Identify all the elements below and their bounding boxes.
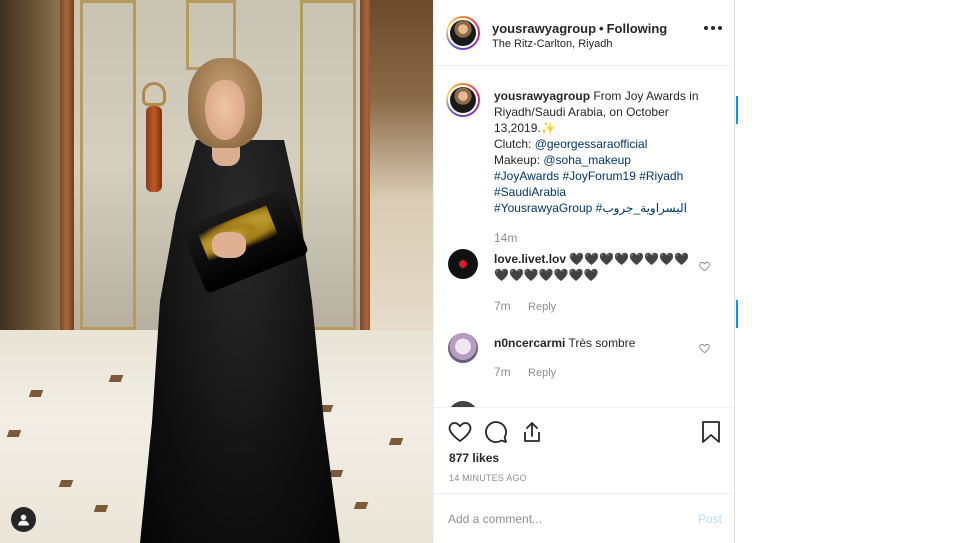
bookmark-icon[interactable] — [700, 420, 722, 444]
comment-icon[interactable] — [484, 420, 508, 444]
photo-vase — [140, 82, 168, 192]
caption-time: 14m — [494, 231, 518, 245]
header-username[interactable]: yousrawyagroup — [492, 21, 596, 36]
photo-hand — [212, 232, 246, 258]
more-options-icon[interactable] — [704, 26, 722, 30]
comment-body: Très sombre — [568, 336, 636, 350]
caption-username[interactable]: yousrawyagroup — [494, 89, 590, 103]
following-button[interactable]: Following — [607, 21, 668, 36]
avatar[interactable] — [446, 83, 480, 117]
heart-icon[interactable] — [448, 420, 472, 444]
hashtag[interactable]: #YousrawyaGroup — [494, 201, 592, 215]
makeup-label: Makeup: — [494, 153, 541, 167]
mention-makeup[interactable]: @soha_makeup — [543, 153, 631, 167]
comment-meta: 7m Reply — [494, 299, 556, 313]
post-side-panel: yousrawyagroup • Following The Ritz-Carlto… — [433, 0, 736, 543]
comment-text: n0ncercarmi Très sombre — [494, 335, 694, 351]
avatar[interactable] — [448, 333, 478, 363]
user-tag-icon — [18, 514, 29, 526]
hashtag[interactable]: #JoyAwards — [494, 169, 559, 183]
mention-clutch[interactable]: @georgessaraofficial — [535, 137, 648, 151]
photo-pillar — [60, 0, 74, 340]
post-actions: 877 likes 14 MINUTES AGO — [434, 407, 736, 493]
like-comment-heart-icon[interactable] — [699, 343, 710, 354]
like-comment-heart-icon[interactable] — [699, 261, 710, 272]
add-comment-bar: Post — [434, 493, 736, 543]
comment-input[interactable] — [448, 508, 678, 530]
likes-count[interactable]: 877 likes — [449, 451, 499, 465]
comment-time: 7m — [494, 365, 511, 379]
posted-time[interactable]: 14 MINUTES AGO — [449, 473, 527, 483]
comment-username[interactable]: n0ncercarmi — [494, 336, 565, 350]
comment-meta: 7m Reply — [494, 365, 556, 379]
post-comment-button[interactable]: Post — [698, 512, 722, 526]
hashtag[interactable]: #JoyForum19 — [563, 169, 636, 183]
photo-head — [188, 58, 262, 154]
photo-frame — [80, 0, 136, 330]
comments-list[interactable]: yousrawyagroup From Joy Awards in Riyadh… — [434, 67, 736, 407]
caption-text: yousrawyagroup From Joy Awards in Riyadh… — [494, 88, 726, 246]
hashtag[interactable]: #SaudiArabia — [494, 185, 566, 199]
page-backdrop — [736, 0, 960, 543]
avatar[interactable] — [446, 16, 480, 50]
comment-time: 7m — [494, 299, 511, 313]
comment-text: love.livet.lov 🖤🖤🖤🖤🖤🖤🖤🖤🖤🖤🖤🖤🖤🖤🖤 — [494, 251, 694, 283]
clutch-label: Clutch: — [494, 137, 532, 151]
backdrop-accent — [736, 96, 738, 124]
photo-wall — [0, 0, 60, 330]
post-photo[interactable] — [0, 0, 433, 543]
avatar[interactable] — [448, 249, 478, 279]
reply-button[interactable]: Reply — [528, 367, 556, 379]
reply-button[interactable]: Reply — [528, 301, 556, 313]
header-separator: • — [599, 21, 604, 36]
user-tag-button[interactable] — [11, 507, 36, 532]
photo-doorway — [370, 0, 433, 330]
post-header: yousrawyagroup • Following The Ritz-Carlto… — [434, 0, 736, 66]
hashtag[interactable]: #اليسراوية_جروب — [596, 201, 687, 215]
comment-username[interactable]: love.livet.lov — [494, 252, 566, 266]
hashtag[interactable]: #Riyadh — [639, 169, 683, 183]
location-link[interactable]: The Ritz-Carlton, Riyadh — [492, 38, 612, 50]
backdrop-accent — [736, 300, 738, 328]
share-icon[interactable] — [520, 420, 544, 444]
